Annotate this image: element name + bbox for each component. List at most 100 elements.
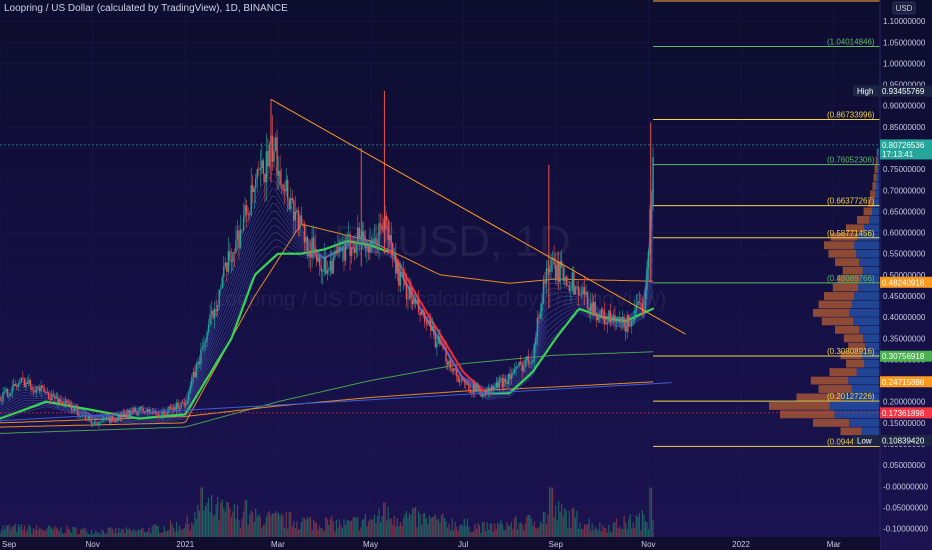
candle-body-202 bbox=[306, 236, 309, 257]
volume-bar-376 bbox=[571, 507, 573, 537]
candle-body-198 bbox=[300, 215, 303, 224]
fib-label-2: (0.76052306) bbox=[827, 156, 875, 165]
candle-body-318 bbox=[483, 393, 485, 396]
volume-bar-335 bbox=[509, 525, 511, 537]
volume-bar-342 bbox=[520, 522, 522, 537]
volume-bar-365 bbox=[555, 505, 557, 537]
volume-bar-1 bbox=[0, 530, 3, 537]
volume-bar-251 bbox=[381, 515, 383, 537]
volume-bar-303 bbox=[460, 524, 462, 537]
candle-body-336 bbox=[510, 374, 513, 379]
vp-bin-up-3 bbox=[829, 401, 879, 410]
volume-bar-6 bbox=[8, 524, 10, 537]
volume-bar-344 bbox=[523, 530, 525, 537]
candle-body-212 bbox=[322, 271, 324, 273]
volume-bar-138 bbox=[209, 511, 211, 537]
volume-bar-24 bbox=[35, 524, 38, 537]
volume-bar-244 bbox=[370, 519, 373, 537]
candle-body-159 bbox=[241, 229, 243, 231]
candle-body-185 bbox=[280, 184, 283, 186]
volume-bar-209 bbox=[317, 530, 319, 537]
candle-body-358 bbox=[544, 281, 546, 284]
candle-body-167 bbox=[253, 188, 255, 193]
candle-body-160 bbox=[242, 216, 245, 231]
volume-bar-255 bbox=[387, 507, 389, 537]
volume-bar-417 bbox=[634, 527, 636, 537]
last-price-tag-value: 0.80726536 bbox=[882, 141, 925, 150]
candle-body-36 bbox=[54, 395, 56, 399]
price-chart[interactable]: LRCUSD, 1D Loopring / US Dollar (calcula… bbox=[0, 0, 932, 550]
candle-body-321 bbox=[487, 387, 490, 394]
candle-body-169 bbox=[256, 169, 258, 179]
volume-bar-414 bbox=[629, 514, 631, 537]
candle-body-359 bbox=[545, 268, 548, 284]
volume-bar-309 bbox=[469, 531, 471, 537]
candle-body-425 bbox=[646, 268, 648, 290]
volume-bar-51 bbox=[77, 534, 79, 537]
candle-body-288 bbox=[437, 336, 440, 344]
volume-bar-293 bbox=[445, 521, 447, 537]
vp-bin-down-1 bbox=[813, 418, 850, 427]
vp-bin-up-16 bbox=[854, 292, 879, 300]
x-tick-label-9: Mar bbox=[827, 540, 841, 549]
vp-bin-up-6 bbox=[848, 376, 879, 385]
volume-bar-185 bbox=[281, 513, 283, 537]
volume-bar-34 bbox=[51, 528, 53, 537]
candle-body-377 bbox=[573, 272, 575, 295]
volume-bar-111 bbox=[168, 529, 170, 537]
candle-body-203 bbox=[308, 252, 310, 257]
volume-bar-339 bbox=[515, 515, 517, 537]
volume-bar-68 bbox=[102, 530, 105, 537]
volume-bar-120 bbox=[182, 529, 184, 537]
volume-bar-273 bbox=[414, 507, 417, 537]
candle-body-401 bbox=[609, 310, 612, 322]
candle-body-179 bbox=[271, 135, 274, 162]
volume-bar-157 bbox=[238, 520, 240, 537]
volume-bar-327 bbox=[497, 522, 499, 537]
volume-bar-86 bbox=[130, 529, 132, 537]
candle-body-227 bbox=[344, 239, 347, 261]
candle-body-337 bbox=[512, 372, 514, 375]
candle-body-398 bbox=[605, 323, 607, 325]
candle-body-350 bbox=[532, 361, 534, 363]
candle-body-106 bbox=[160, 415, 163, 417]
candle-body-404 bbox=[614, 315, 616, 322]
volume-bar-199 bbox=[302, 517, 304, 537]
y-tick-label-22: -0.00000000 bbox=[883, 482, 928, 491]
volume-bar-361 bbox=[548, 487, 551, 537]
chart-root[interactable]: LRCUSD, 1D Loopring / US Dollar (calcula… bbox=[0, 0, 932, 550]
currency-button[interactable]: USD bbox=[892, 1, 916, 15]
candle-body-388 bbox=[589, 303, 592, 311]
candle-body-8 bbox=[11, 386, 13, 393]
candle-body-128 bbox=[194, 371, 196, 378]
time-axis[interactable]: Sep Nov 2021 Mar May Jul Sep Nov 2022 Mar bbox=[0, 537, 880, 550]
chart-title: Loopring / US Dollar (calculated by Trad… bbox=[4, 3, 288, 14]
volume-bar-5 bbox=[7, 525, 9, 537]
candle-body-287 bbox=[436, 343, 438, 348]
candle-body-271 bbox=[411, 298, 414, 305]
candle-body-12 bbox=[17, 383, 19, 387]
candle-body-166 bbox=[251, 185, 254, 193]
candle-body-419 bbox=[637, 301, 639, 305]
candle-body-151 bbox=[229, 251, 231, 261]
candle-body-189 bbox=[287, 179, 289, 200]
volume-bar-399 bbox=[606, 532, 608, 537]
candle-body-109 bbox=[165, 413, 167, 415]
volume-bar-22 bbox=[32, 528, 35, 537]
candle-body-40 bbox=[60, 399, 62, 402]
vp-bin-down-12 bbox=[835, 325, 860, 334]
volume-bar-159 bbox=[241, 518, 243, 537]
volume-bar-40 bbox=[60, 527, 62, 537]
candle-body-259 bbox=[393, 254, 395, 256]
volume-bar-222 bbox=[337, 527, 339, 537]
volume-bar-270 bbox=[410, 514, 412, 537]
candle-body-32 bbox=[48, 392, 50, 399]
candle-body-65 bbox=[98, 421, 100, 426]
candle-body-399 bbox=[606, 322, 609, 325]
volume-bar-386 bbox=[586, 524, 589, 537]
volume-bar-128 bbox=[194, 511, 196, 537]
candle-body-400 bbox=[608, 310, 610, 323]
volume-bar-382 bbox=[580, 528, 583, 537]
candle-body-353 bbox=[536, 317, 539, 338]
volume-bar-349 bbox=[530, 518, 532, 537]
